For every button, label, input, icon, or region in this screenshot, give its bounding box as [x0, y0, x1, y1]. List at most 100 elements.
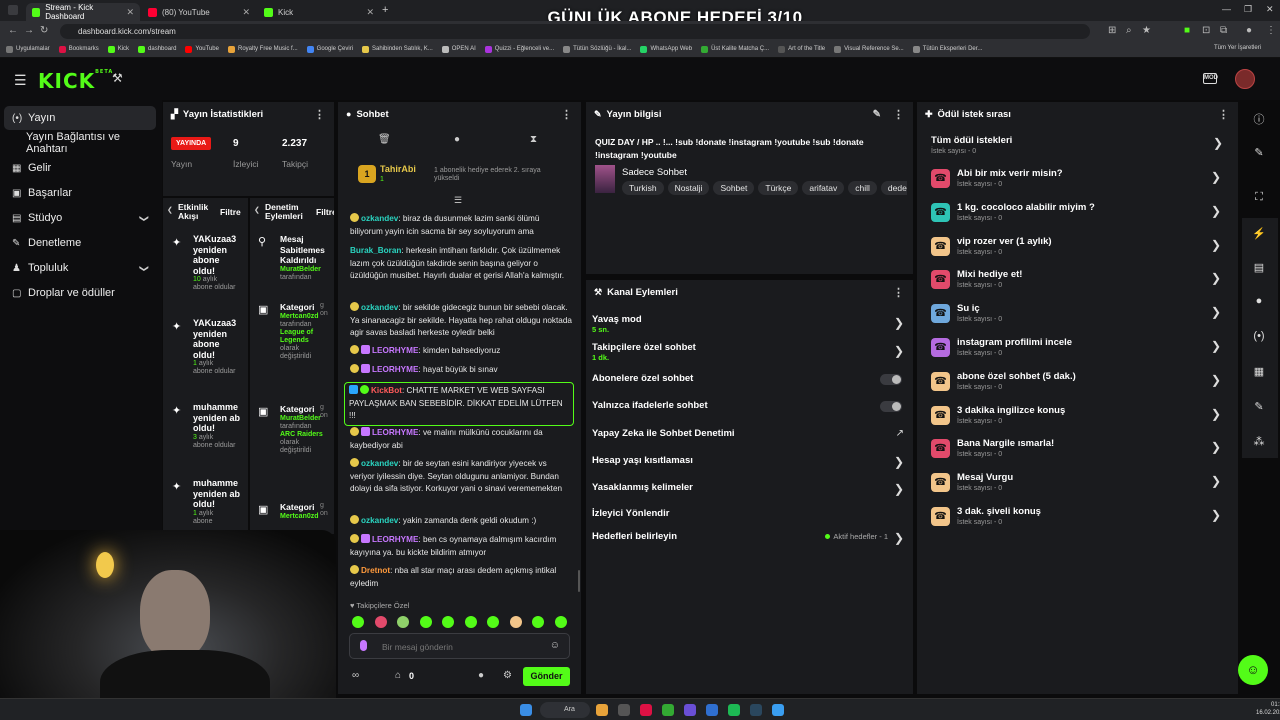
emote-icon[interactable]	[554, 616, 567, 628]
channel-action-item[interactable]: Hedefleri belirleyin Aktif hedefler - 1 ❯	[592, 531, 908, 545]
hamburger-menu-icon[interactable]: ☰	[14, 72, 27, 89]
chat-bubble-icon[interactable]: ●	[478, 670, 484, 681]
taskbar-search[interactable]: Ara	[540, 702, 590, 718]
chat-settings-icon[interactable]: ●	[454, 134, 460, 145]
message-icon[interactable]: ●	[1247, 295, 1271, 307]
chat-username[interactable]: LEORHYME	[372, 365, 418, 374]
chevron-right-icon[interactable]: ❯	[1211, 373, 1221, 387]
bookmark-item[interactable]: YouTube	[185, 45, 219, 53]
bookmark-item[interactable]: dashboard	[138, 45, 176, 53]
sidebar-item-6[interactable]: ✎ Denetleme	[4, 231, 156, 255]
tag-chip[interactable]: arifatav	[802, 181, 845, 195]
chrome-icon[interactable]	[596, 704, 608, 716]
emote-icon[interactable]	[532, 616, 544, 628]
chat-username[interactable]: ozkandev	[361, 516, 398, 525]
sidebar-item-1[interactable]: (•) Yayın	[4, 106, 156, 130]
chat-message[interactable]: Dretnot: nba all star maçı arası dedem a…	[350, 565, 572, 590]
chat-username[interactable]: ozkandev	[361, 303, 398, 312]
profile-icon[interactable]: ●	[1246, 25, 1252, 36]
mod-view-icon[interactable]: MOD	[1203, 73, 1218, 84]
info-icon[interactable]: ⓘ	[1247, 111, 1271, 127]
tag-chip[interactable]: Turkish	[622, 181, 664, 195]
browser-tab[interactable]: (80) YouTube ✕	[142, 3, 256, 21]
chat-message[interactable]: LEORHYME: ben cs oynamaya dalmışım kacır…	[350, 534, 572, 559]
emote-icon[interactable]	[487, 616, 499, 628]
close-tab-icon[interactable]: ✕	[366, 7, 374, 18]
url-input[interactable]: dashboard.kick.com/stream	[60, 24, 1090, 39]
activity-item[interactable]: muhamme yeniden ab oldu! 3 aylık abone oldu…	[193, 402, 241, 450]
channel-action-item[interactable]: Yapay Zeka ile Sohbet Denetimi ↗	[592, 428, 908, 439]
bookmark-item[interactable]: Tütün Eksperleri Der...	[912, 45, 982, 53]
bookmark-item[interactable]: Sahibinden Satılık, K...	[362, 45, 433, 53]
hammer-icon[interactable]: ⚒	[112, 71, 123, 85]
chat-message[interactable]: KickBot: CHATTE MARKET VE WEB SAYFASI PA…	[344, 382, 574, 426]
mod-action-item[interactable]: Mesaj Sabitlemes Kaldırıldı MuratBelder ta…	[280, 234, 328, 282]
sidebar-item-8[interactable]: ▢ Droplar ve ödüller	[4, 281, 156, 305]
activity-item[interactable]: muhamme yeniden ab oldu! 1 aylık abone	[193, 478, 241, 526]
reward-item[interactable]: ☎ Abi bir mix verir misin? İstek sayısı - …	[931, 165, 1221, 195]
chevron-right-icon[interactable]: ❯	[1211, 238, 1221, 252]
panel-menu-icon[interactable]: ⋮	[561, 108, 572, 121]
bookmark-item[interactable]: Tütün Sözlüğü - İkal...	[563, 45, 631, 53]
pencil-icon[interactable]: ✎	[1247, 146, 1271, 159]
tag-chip[interactable]: Türkçe	[758, 181, 799, 195]
chevron-right-icon[interactable]: ❯	[894, 455, 904, 469]
emote-icon[interactable]	[509, 616, 522, 628]
chat-username[interactable]: LEORHYME	[372, 346, 418, 355]
minimize-icon[interactable]: —	[1222, 4, 1231, 14]
browser-tab[interactable]: Stream - Kick Dashboard ✕	[26, 3, 140, 21]
points-icon[interactable]: ∞	[352, 670, 359, 681]
emote-icon[interactable]	[442, 616, 454, 628]
forward-icon[interactable]: →	[24, 25, 34, 36]
expand-pinned-icon[interactable]: ☰	[454, 195, 462, 206]
chevron-right-icon[interactable]: ❯	[1211, 305, 1221, 319]
chevron-right-icon[interactable]: ❯	[894, 344, 904, 358]
chevron-right-icon[interactable]: ❯	[1211, 474, 1221, 488]
tag-chip[interactable]: Sohbet	[713, 181, 755, 195]
kick-logo[interactable]: KICKBETA	[38, 69, 113, 93]
chat-message[interactable]: Burak_Boran: herkesin imtihanı farklıdır…	[350, 245, 572, 283]
panel-menu-icon[interactable]: ⋮	[893, 108, 904, 121]
chat-message[interactable]: LEORHYME: kimden bahsediyoruz	[350, 345, 572, 358]
store-icon[interactable]: ⌂	[395, 670, 401, 681]
panel-menu-icon[interactable]: ⋮	[314, 108, 325, 121]
emote-icon[interactable]	[464, 616, 477, 628]
chat-message[interactable]: ozkandev: bir sekilde gidecegiz bunun bi…	[350, 302, 572, 340]
collapse-icon[interactable]: ❮	[254, 206, 260, 214]
reward-item[interactable]: ☎ 3 dak. şiveli konuş İstek sayısı - 0 ❯	[931, 503, 1221, 533]
new-tab-button[interactable]: +	[382, 4, 388, 16]
extensions-icon[interactable]: ⊡	[1202, 25, 1210, 36]
bookmark-item[interactable]: Google Çeviri	[306, 45, 353, 53]
mod-filter[interactable]: Filtre	[316, 207, 334, 217]
panel-menu-icon[interactable]: ⋮	[893, 286, 904, 299]
avatar[interactable]	[1235, 69, 1255, 89]
maximize-icon[interactable]: ❐	[1244, 4, 1252, 15]
mod-action-item[interactable]: Kategori g on Mertcan0zd tarafından League o…	[280, 302, 328, 361]
chevron-right-icon[interactable]: ❯	[1211, 204, 1221, 218]
kick-extension-icon[interactable]: ■	[1184, 25, 1190, 36]
store-icon[interactable]: ▦	[1247, 365, 1271, 378]
pinned-user[interactable]: TahirAbi	[380, 164, 416, 174]
chat-message[interactable]: ozkandev: bir de seytan esini kandiriyor…	[350, 458, 572, 496]
app-icon[interactable]	[640, 704, 652, 716]
steam-icon[interactable]	[750, 704, 762, 716]
activity-filter[interactable]: Filtre	[220, 207, 241, 217]
bookmark-item[interactable]: Quizzi - Eğlenceli ve...	[484, 45, 554, 53]
activity-item[interactable]: YAKuzaa3 yeniden abone oldu! 10 aylık abone…	[193, 234, 241, 292]
chevron-right-icon[interactable]: ❯	[1211, 407, 1221, 421]
tag-chip[interactable]: dede	[880, 181, 907, 195]
reward-item[interactable]: ☎ 1 kg. cocoloco alabilir miyim ? İstek sa…	[931, 199, 1221, 229]
bookmark-item[interactable]: Üst Kalite Matcha Ç...	[701, 45, 769, 53]
mod-action-item[interactable]: Kategori g on MuratBelder tarafından ARC Rai…	[280, 404, 328, 455]
reward-item[interactable]: ☎ vip rozer ver (1 aylık) İstek sayısı - 0…	[931, 233, 1221, 263]
emote-icon[interactable]	[352, 616, 364, 628]
sidebar-item-3[interactable]: ▦ Gelir	[4, 156, 156, 180]
spotify-icon[interactable]	[728, 704, 740, 716]
tag-chip[interactable]: Nostalji	[667, 181, 710, 195]
chevron-right-icon[interactable]: ❯	[894, 316, 904, 330]
chat-username[interactable]: KickBot	[371, 386, 402, 395]
chat-username[interactable]: LEORHYME	[372, 535, 418, 544]
app-icon[interactable]	[772, 704, 784, 716]
close-tab-icon[interactable]: ✕	[242, 7, 250, 18]
channel-action-item[interactable]: Yalnızca ifadelerle sohbet	[592, 400, 908, 412]
